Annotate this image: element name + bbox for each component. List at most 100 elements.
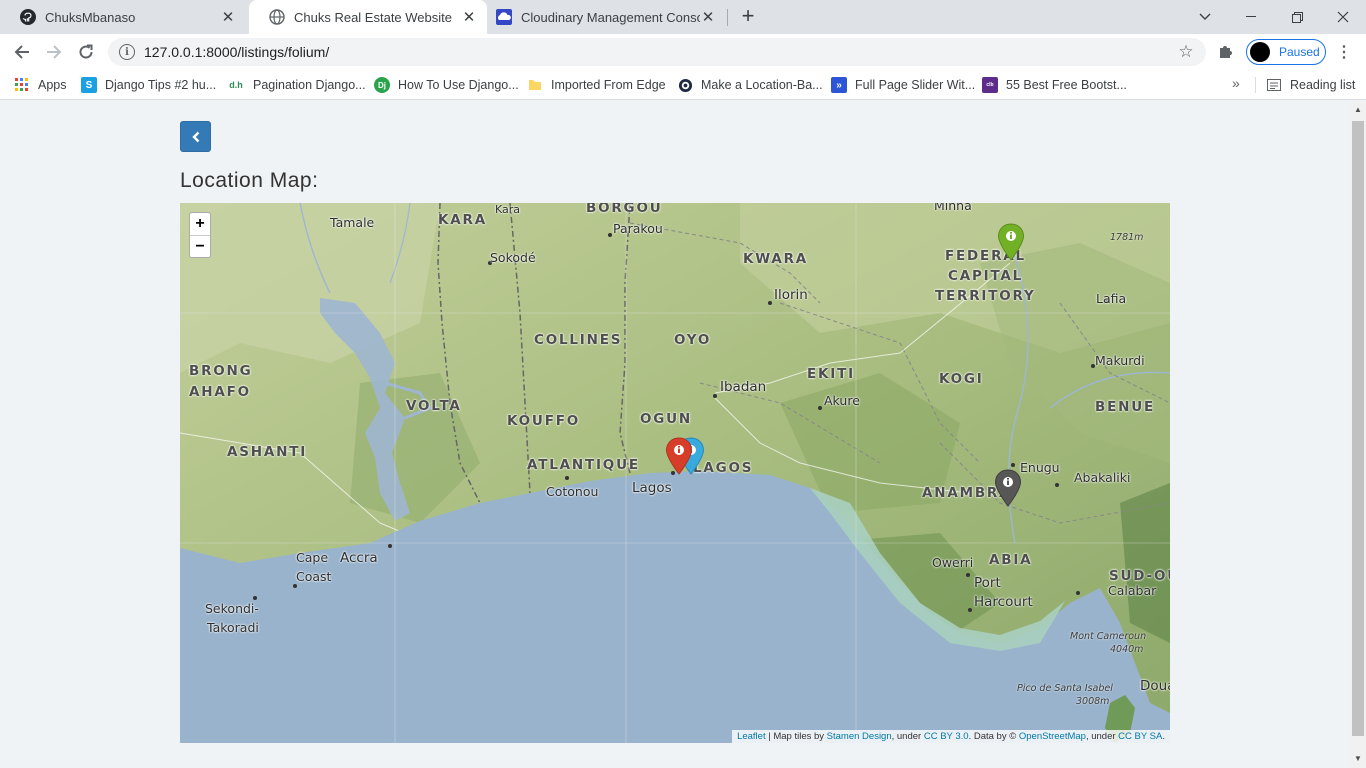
map-label: COLLINES	[534, 332, 623, 348]
tab-github[interactable]: ChuksMbanaso ✕	[0, 0, 246, 34]
tab-chuks-real-estate[interactable]: Chuks Real Estate Website ✕	[249, 0, 487, 34]
cc-by-link[interactable]: CC BY 3.0	[924, 731, 969, 742]
bookmark-imported-from-edge[interactable]: Imported From Edge	[527, 75, 666, 95]
page-scrollbar[interactable]: ▲ ▼	[1350, 101, 1366, 768]
chevron-left-icon	[191, 131, 199, 142]
map-label: 4040m	[1110, 644, 1144, 655]
map-label: Minna	[934, 203, 972, 213]
map-label: EKITI	[807, 366, 855, 382]
globe-icon	[269, 9, 285, 25]
bookmark-location-based[interactable]: Make a Location-Ba...	[677, 75, 823, 95]
chevron-down-icon	[1199, 13, 1211, 20]
map-marker-red[interactable]	[665, 437, 693, 475]
attribution-text: .	[1162, 731, 1165, 742]
scroll-up-icon[interactable]: ▲	[1350, 103, 1366, 117]
bookmark-django-tips[interactable]: S Django Tips #2 hu...	[81, 75, 216, 95]
bookmark-full-page-slider[interactable]: » Full Page Slider Wit...	[831, 75, 975, 95]
tab-title: ChuksMbanaso	[45, 9, 136, 25]
map-label: KOUFFO	[507, 413, 581, 429]
dh-icon: d.h	[229, 80, 243, 90]
zoom-in-button[interactable]: +	[190, 213, 210, 235]
map-label: 3008m	[1076, 696, 1110, 707]
map-label: 1781m	[1110, 232, 1144, 243]
close-icon[interactable]: ✕	[461, 8, 477, 26]
s-icon: S	[81, 77, 97, 93]
reload-icon	[79, 44, 93, 59]
bookmark-label: 55 Best Free Bootst...	[1006, 78, 1127, 92]
new-tab-button[interactable]: +	[736, 4, 760, 30]
map-label: Cotonou	[546, 484, 599, 499]
minimize-icon	[1246, 16, 1256, 17]
info-icon[interactable]: i	[119, 44, 135, 60]
scroll-down-icon[interactable]: ▼	[1350, 752, 1366, 766]
tab-separator	[727, 9, 728, 26]
map-label: Makurdi	[1095, 353, 1145, 368]
tab-strip: ChuksMbanaso ✕ Chuks Real Estate Website…	[0, 0, 1366, 34]
map-label: Sekondi-	[205, 601, 259, 616]
map-label: TERRITORY	[935, 288, 1036, 304]
map-label: Parakou	[613, 221, 663, 236]
bookmark-bootstrap-templates[interactable]: clb 55 Best Free Bootst...	[982, 75, 1127, 95]
arrow-left-icon	[14, 45, 29, 59]
map-label: Cape	[296, 550, 329, 565]
attribution-text: , under	[1085, 731, 1119, 742]
tab-cloudinary[interactable]: Cloudinary Management Console ✕	[476, 0, 726, 34]
map-label: BORGOU	[586, 203, 663, 216]
close-icon[interactable]: ✕	[700, 8, 716, 26]
map-label: BRONG	[189, 363, 253, 379]
map-marker-gray[interactable]	[994, 469, 1022, 507]
reload-button[interactable]	[72, 38, 100, 66]
avatar	[1250, 42, 1270, 62]
stamen-link[interactable]: Stamen Design	[827, 731, 892, 742]
bookmark-label: How To Use Django...	[398, 78, 519, 92]
back-button[interactable]	[180, 121, 211, 152]
bookmark-label: Make a Location-Ba...	[701, 78, 823, 92]
close-icon[interactable]: ✕	[220, 8, 236, 26]
close-window-button[interactable]	[1320, 0, 1366, 34]
bookmarks-overflow-button[interactable]: »	[1232, 75, 1240, 91]
url-text[interactable]: 127.0.0.1:8000/listings/folium/	[144, 44, 1172, 60]
map-label: OGUN	[640, 411, 693, 427]
cc-by-sa-link[interactable]: CC BY SA	[1118, 731, 1162, 742]
leaflet-link[interactable]: Leaflet	[737, 731, 766, 742]
address-bar[interactable]: i 127.0.0.1:8000/listings/folium/ ☆	[108, 38, 1206, 66]
bookmark-pagination-django[interactable]: d.h Pagination Django...	[227, 75, 365, 95]
menu-kebab-icon[interactable]: ⋮	[1334, 42, 1354, 62]
bookmark-how-to-use-django[interactable]: Dj How To Use Django...	[374, 75, 519, 95]
location-map[interactable]: Tamale Kara KARA BORGOU Parakou Minna So…	[180, 203, 1170, 743]
map-marker-green[interactable]	[997, 223, 1025, 261]
scrollbar-thumb[interactable]	[1352, 121, 1364, 736]
reading-list-button[interactable]: Reading list	[1266, 75, 1355, 95]
minimize-button[interactable]	[1228, 0, 1274, 34]
github-icon	[20, 9, 36, 25]
bookmarks-separator	[1255, 77, 1256, 93]
map-label: KARA	[438, 212, 487, 228]
apps-grid-icon	[14, 77, 30, 93]
extensions-icon[interactable]	[1216, 42, 1236, 62]
restore-button[interactable]	[1274, 0, 1320, 34]
bookmark-apps[interactable]: Apps	[14, 75, 67, 95]
cloudinary-icon	[496, 9, 512, 25]
tab-title: Cloudinary Management Console	[521, 9, 700, 25]
map-label: Enugu	[1020, 460, 1060, 475]
osm-link[interactable]: OpenStreetMap	[1019, 731, 1086, 742]
map-label: Lagos	[632, 480, 672, 496]
map-label: ABIA	[989, 552, 1033, 568]
map-label: Ibadan	[720, 379, 767, 395]
bookmark-star-icon[interactable]: ☆	[1172, 42, 1200, 62]
tab-search-button[interactable]	[1182, 0, 1228, 34]
profile-button[interactable]: Paused	[1246, 39, 1326, 65]
map-label: BENUE	[1095, 399, 1155, 415]
forward-nav-button[interactable]	[40, 38, 68, 66]
zoom-control: + −	[189, 212, 211, 258]
bookmark-label: Full Page Slider Wit...	[855, 78, 976, 92]
map-label: SUD-OU	[1109, 568, 1170, 584]
map-label: Coast	[296, 569, 332, 584]
zoom-out-button[interactable]: −	[190, 235, 210, 257]
attribution-text: . Data by ©	[968, 731, 1019, 742]
map-label: Harcourt	[974, 594, 1033, 610]
back-nav-button[interactable]	[8, 38, 36, 66]
map-label: Kara	[495, 203, 521, 216]
bookmark-label: Django Tips #2 hu...	[105, 78, 217, 92]
map-label: KOGI	[939, 371, 984, 387]
